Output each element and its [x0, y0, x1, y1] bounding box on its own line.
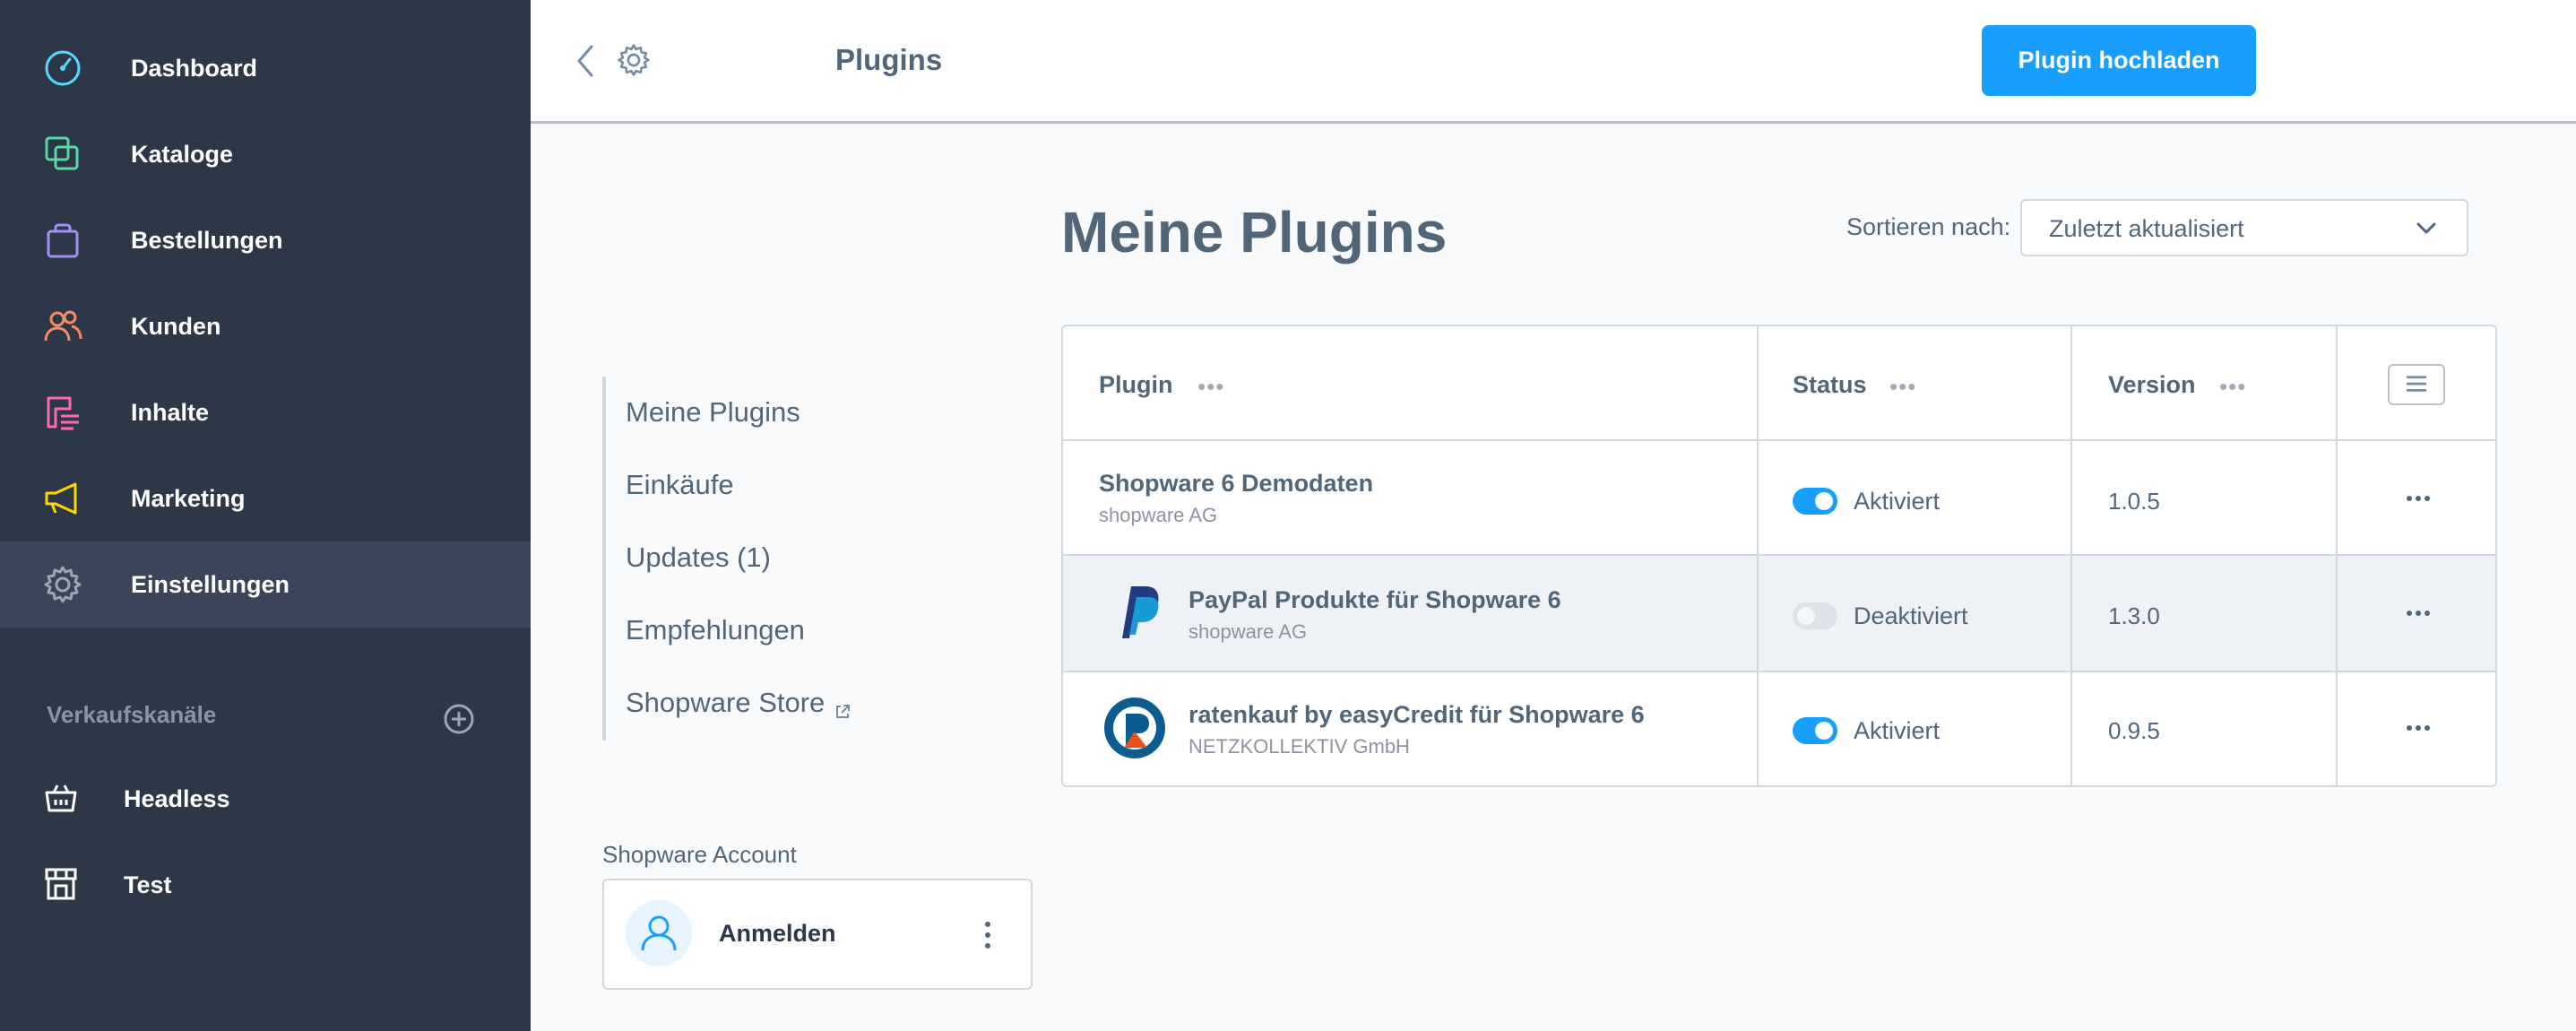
plugin-version: 0.9.5 — [2108, 717, 2160, 744]
row-divider — [1063, 439, 2495, 441]
main-title: Meine Plugins — [1061, 200, 1448, 264]
more-vertical-icon — [985, 922, 990, 949]
account-label: Shopware Account — [602, 841, 797, 868]
plugin-name[interactable]: Shopware 6 Demodaten — [1099, 470, 1373, 498]
plugin-version: 1.0.5 — [2108, 488, 2160, 515]
plugin-vendor: shopware AG — [1099, 504, 1218, 526]
column-divider — [1757, 326, 1759, 785]
list-icon — [2407, 376, 2426, 392]
easycredit-logo-icon — [1102, 696, 1167, 760]
orders-bag-icon — [43, 221, 82, 260]
sidebar-item-inhalte[interactable]: Inhalte — [0, 369, 531, 455]
sales-channels-heading: Verkaufskanäle — [47, 701, 217, 728]
external-link-icon — [834, 696, 851, 718]
sales-channel-label: Headless — [124, 785, 230, 812]
plugin-subnav: Meine Plugins Einkäufe Updates (1) Empfe… — [602, 377, 1033, 741]
gear-icon[interactable] — [617, 43, 651, 77]
account-context-menu-button[interactable] — [972, 916, 1004, 954]
storefront-icon — [43, 866, 79, 902]
sort-label: Sortieren nach: — [1846, 213, 2011, 240]
sort-select-value: Zuletzt aktualisiert — [2049, 215, 2244, 242]
back-button[interactable] — [570, 43, 602, 79]
sidebar-item-label: Dashboard — [131, 54, 258, 82]
sidebar-item-label: Inhalte — [131, 398, 210, 426]
plugin-status: Deaktiviert — [1854, 602, 1968, 629]
page-title: Plugins — [835, 43, 943, 76]
sort-select[interactable]: Zuletzt aktualisiert — [2020, 199, 2468, 256]
chevron-left-icon — [577, 45, 593, 77]
basket-icon — [43, 780, 79, 816]
column-header-status[interactable]: Status — [1793, 371, 1867, 399]
column-divider — [2336, 326, 2338, 785]
subnav-item-shopware-store[interactable]: Shopware Store — [626, 687, 851, 719]
more-horizontal-icon — [2407, 611, 2430, 616]
plugin-status: Aktiviert — [1854, 488, 1941, 515]
marketing-megaphone-icon — [43, 479, 82, 518]
more-horizontal-icon — [2407, 496, 2430, 501]
plugin-active-toggle[interactable] — [1793, 717, 1837, 744]
sidebar-item-label: Kataloge — [131, 140, 234, 168]
plugin-name[interactable]: ratenkauf by easyCredit für Shopware 6 — [1189, 701, 1645, 729]
subnav-item-meine-plugins[interactable]: Meine Plugins — [626, 396, 800, 429]
login-link[interactable]: Anmelden — [719, 920, 836, 948]
subnav-item-einkaeufe[interactable]: Einkäufe — [626, 469, 734, 501]
row-divider — [1063, 554, 2495, 556]
grid-settings-button[interactable] — [2388, 364, 2445, 405]
sidebar-item-kataloge[interactable]: Kataloge — [0, 111, 531, 197]
content-icon — [43, 393, 82, 432]
sidebar: Dashboard Kataloge Bestellungen Kunden I… — [0, 0, 531, 1031]
plugin-status: Aktiviert — [1854, 717, 1941, 744]
paypal-logo-icon — [1102, 579, 1167, 644]
settings-gear-icon — [43, 565, 82, 604]
sidebar-item-label: Einstellungen — [131, 570, 290, 598]
column-header-plugin[interactable]: Plugin — [1099, 371, 1173, 399]
catalog-icon — [43, 134, 82, 174]
sidebar-item-dashboard[interactable]: Dashboard — [0, 25, 531, 111]
subnav-item-empfehlungen[interactable]: Empfehlungen — [626, 614, 805, 646]
avatar — [626, 900, 692, 966]
upload-plugin-button[interactable]: Plugin hochladen — [1982, 25, 2256, 96]
sales-channel-test[interactable]: Test — [0, 843, 531, 929]
column-menu-icon[interactable]: ••• — [2219, 373, 2246, 401]
column-menu-icon[interactable]: ••• — [1889, 373, 1916, 401]
plugin-active-toggle[interactable] — [1793, 602, 1837, 629]
subnav-item-updates[interactable]: Updates (1) — [626, 541, 771, 574]
subnav-item-label: Shopware Store — [626, 687, 826, 718]
plus-circle-icon — [444, 704, 474, 734]
topbar: Plugins Plugin hochladen — [531, 0, 2576, 124]
plugin-version: 1.3.0 — [2108, 602, 2160, 629]
sidebar-item-bestellungen[interactable]: Bestellungen — [0, 197, 531, 283]
plugin-name[interactable]: PayPal Produkte für Shopware 6 — [1189, 586, 1561, 614]
plugin-vendor: NETZKOLLEKTIV GmbH — [1189, 735, 1410, 758]
row-divider — [1063, 671, 2495, 672]
toggle-knob — [1815, 722, 1833, 740]
more-horizontal-icon — [2407, 725, 2430, 731]
column-menu-icon[interactable]: ••• — [1197, 373, 1224, 401]
toggle-knob — [1797, 607, 1815, 625]
customers-icon — [43, 307, 82, 346]
column-divider — [2070, 326, 2072, 785]
sales-channel-label: Test — [124, 871, 172, 898]
sidebar-item-label: Marketing — [131, 484, 246, 512]
sales-channel-headless[interactable]: Headless — [0, 757, 531, 843]
plugin-vendor: shopware AG — [1189, 620, 1308, 643]
row-context-menu-button[interactable] — [2402, 490, 2434, 507]
plugin-grid: Plugin ••• Status ••• Version ••• Shopwa… — [1061, 325, 2497, 787]
add-sales-channel-button[interactable] — [443, 703, 475, 735]
sidebar-item-label: Kunden — [131, 312, 221, 340]
plugin-active-toggle[interactable] — [1793, 488, 1837, 515]
sidebar-item-einstellungen[interactable]: Einstellungen — [0, 541, 531, 628]
row-context-menu-button[interactable] — [2402, 604, 2434, 622]
sidebar-item-marketing[interactable]: Marketing — [0, 455, 531, 541]
sidebar-item-kunden[interactable]: Kunden — [0, 283, 531, 369]
column-header-version[interactable]: Version — [2108, 371, 2196, 399]
account-card: Anmelden — [602, 879, 1033, 990]
dashboard-icon — [43, 48, 82, 88]
user-icon — [641, 915, 677, 951]
sidebar-item-label: Bestellungen — [131, 226, 283, 254]
toggle-knob — [1815, 492, 1833, 510]
chevron-down-icon — [2413, 217, 2440, 240]
row-context-menu-button[interactable] — [2402, 719, 2434, 737]
